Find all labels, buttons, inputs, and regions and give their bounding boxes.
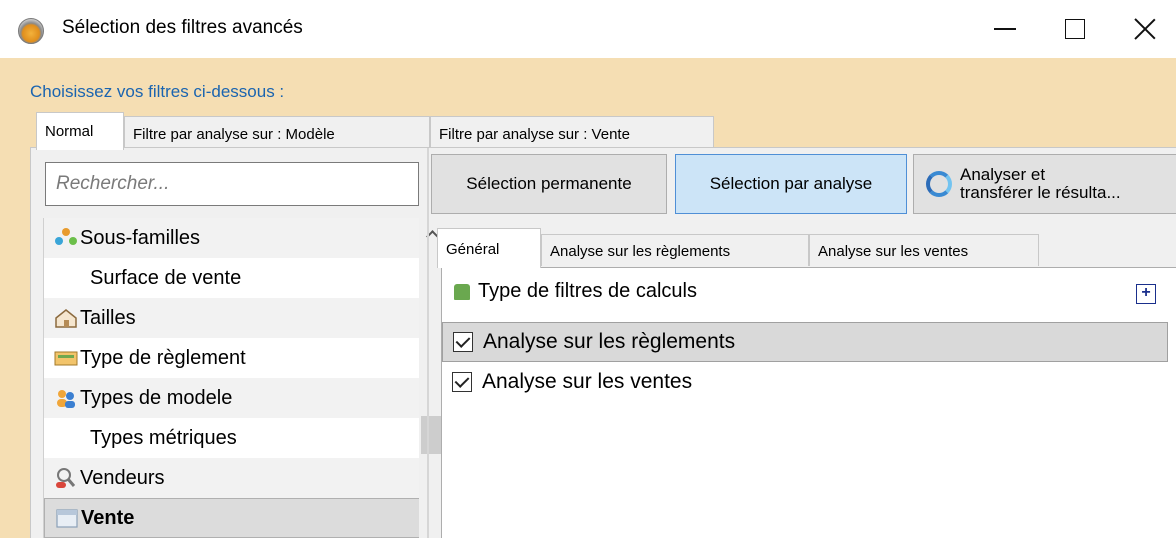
checkbox-checked[interactable] xyxy=(452,372,472,392)
calendar-icon xyxy=(56,509,78,528)
close-icon xyxy=(1133,17,1157,41)
check-analyse-reglements[interactable]: Analyse sur les règlements xyxy=(442,322,1168,362)
tab-filtre-vente[interactable]: Filtre par analyse sur : Vente xyxy=(430,116,714,150)
minimize-button[interactable] xyxy=(970,0,1040,58)
list-item-label: Vendeurs xyxy=(80,466,165,489)
search-input[interactable]: Rechercher... xyxy=(45,162,419,206)
list-item-label: Tailles xyxy=(80,306,136,329)
list-item-label: Surface de vente xyxy=(90,266,242,289)
people-icon xyxy=(55,228,77,245)
list-item-label: Sous-familles xyxy=(80,226,201,249)
list-item-types-metriques[interactable]: Types métriques xyxy=(44,418,421,458)
maximize-icon xyxy=(1065,19,1085,39)
analyze-line-2: transférer le résulta... xyxy=(960,183,1121,202)
app-logo-icon xyxy=(18,18,44,44)
outer-tab-panel: Rechercher... Sous-familles Surface de v… xyxy=(30,147,1176,538)
title-bar: Sélection des filtres avancés xyxy=(0,0,1176,58)
list-item-surface-de-vente[interactable]: Surface de vente xyxy=(44,258,421,298)
check-label: Analyse sur les règlements xyxy=(483,330,736,353)
filter-group-icon xyxy=(454,283,470,300)
users-icon xyxy=(57,390,75,408)
analyze-line-1: Analyser et xyxy=(960,165,1046,184)
window-title: Sélection des filtres avancés xyxy=(62,17,303,38)
list-item-vente[interactable]: Vente xyxy=(44,498,421,538)
maximize-button[interactable] xyxy=(1040,0,1110,58)
list-item-type-de-reglement[interactable]: Type de règlement xyxy=(44,338,421,378)
payment-icon xyxy=(54,351,78,366)
tab-analyse-ventes[interactable]: Analyse sur les ventes xyxy=(809,234,1039,266)
analyze-transfer-button[interactable]: Analyser et transférer le résulta... xyxy=(913,154,1176,214)
house-icon xyxy=(55,309,77,328)
group-title: Type de filtres de calculs xyxy=(478,280,697,302)
general-tab-panel: Type de filtres de calculs + Analyse sur… xyxy=(441,267,1176,538)
group-header: Type de filtres de calculs xyxy=(454,280,697,303)
analyze-transfer-label: Analyser et transférer le résulta... xyxy=(960,166,1121,202)
filter-list: Sous-familles Surface de vente Tailles T… xyxy=(43,218,421,538)
list-item-sous-familles[interactable]: Sous-familles xyxy=(44,218,421,258)
tab-filtre-modele[interactable]: Filtre par analyse sur : Modèle xyxy=(124,116,430,150)
list-item-vendeurs[interactable]: Vendeurs xyxy=(44,458,421,498)
panel-divider[interactable] xyxy=(427,148,429,538)
check-label: Analyse sur les ventes xyxy=(482,370,693,393)
list-item-label: Types métriques xyxy=(90,426,237,449)
list-item-label: Types de modele xyxy=(80,386,233,409)
minimize-icon xyxy=(994,28,1016,30)
permanent-selection-button[interactable]: Sélection permanente xyxy=(431,154,667,214)
expand-button[interactable]: + xyxy=(1136,284,1156,304)
tab-analyse-reglements[interactable]: Analyse sur les règlements xyxy=(541,234,809,266)
instruction-text: Choisissez vos filtres ci-dessous : xyxy=(30,82,285,101)
list-item-tailles[interactable]: Tailles xyxy=(44,298,421,338)
list-item-label: Type de règlement xyxy=(80,346,246,369)
checkbox-checked[interactable] xyxy=(453,332,473,352)
analysis-selection-button[interactable]: Sélection par analyse xyxy=(675,154,907,214)
list-item-types-de-modele[interactable]: Types de modele xyxy=(44,378,421,418)
close-button[interactable] xyxy=(1110,0,1176,58)
seller-icon xyxy=(56,468,76,488)
list-item-label: Vente xyxy=(81,506,135,529)
refresh-icon xyxy=(926,171,952,197)
tab-general[interactable]: Général xyxy=(437,228,541,268)
check-analyse-ventes[interactable]: Analyse sur les ventes xyxy=(442,362,1168,402)
tab-normal[interactable]: Normal xyxy=(36,112,124,150)
